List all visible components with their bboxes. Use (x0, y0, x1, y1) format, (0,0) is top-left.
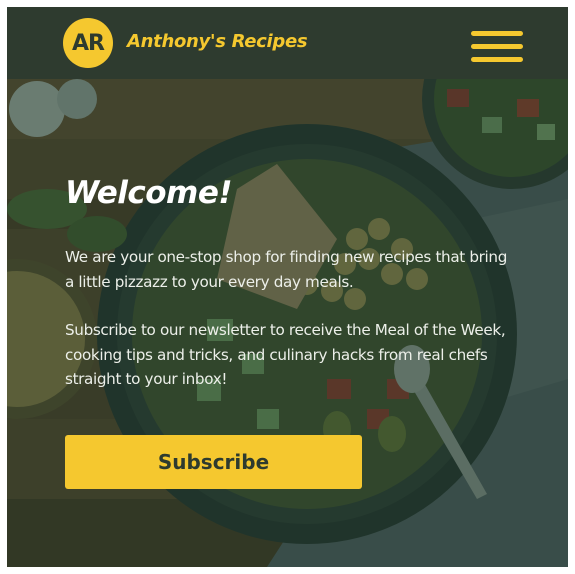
logo-initials: AR (72, 30, 105, 56)
page-frame: AR Anthony's Recipes Welcome! We are you… (7, 7, 568, 567)
hamburger-icon-bar (471, 44, 523, 49)
hamburger-icon-bar (471, 57, 523, 62)
site-header: AR Anthony's Recipes (7, 7, 568, 79)
hamburger-menu-button[interactable] (469, 29, 525, 63)
logo-badge[interactable]: AR (63, 18, 113, 68)
hero-newsletter-text: Subscribe to our newsletter to receive t… (65, 321, 506, 388)
brand-name[interactable]: Anthony's Recipes (127, 31, 308, 52)
hamburger-icon (471, 31, 523, 36)
hero-intro-text: We are your one-stop shop for finding ne… (65, 248, 507, 291)
subscribe-button[interactable]: Subscribe (65, 435, 362, 489)
hero-title: Welcome! (65, 175, 233, 211)
hero-section: Welcome! We are your one-stop shop for f… (7, 79, 568, 567)
